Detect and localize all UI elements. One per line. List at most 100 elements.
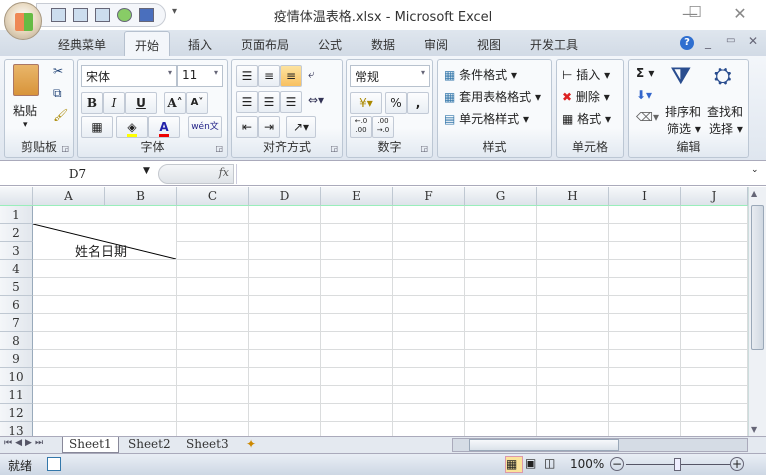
help-icon[interactable]: ? — [680, 36, 694, 50]
tab-formulas[interactable]: 公式 — [318, 36, 342, 53]
workbook-close-button[interactable]: ✕ — [748, 34, 758, 48]
expand-formula-bar-icon[interactable]: ⌄ — [751, 165, 759, 175]
align-left-button[interactable]: ☰ — [236, 91, 258, 113]
tab-view[interactable]: 视图 — [477, 36, 501, 53]
shrink-font-button[interactable]: A˅ — [186, 92, 208, 114]
percent-button[interactable]: % — [385, 92, 407, 114]
row-header-9[interactable]: 9 — [0, 350, 33, 368]
cell-styles-button[interactable]: ▤ 单元格样式 ▾ — [444, 110, 529, 127]
conditional-format-button[interactable]: ▦ 条件格式 ▾ — [444, 66, 517, 83]
row-header-6[interactable]: 6 — [0, 296, 33, 314]
sheet-nav-buttons[interactable]: ⏮◀▶⏭ — [4, 438, 46, 448]
cut-icon[interactable]: ✂ — [53, 64, 63, 78]
wrap-text-icon[interactable]: ⤶ — [308, 67, 315, 82]
tab-data[interactable]: 数据 — [371, 36, 395, 53]
row-header-7[interactable]: 7 — [0, 314, 33, 332]
sort-icon[interactable] — [95, 8, 110, 22]
zoom-in-button[interactable]: + — [730, 457, 744, 471]
paste-dropdown-icon[interactable]: ▾ — [23, 120, 28, 130]
column-header-H[interactable]: H — [537, 187, 609, 206]
tab-developer[interactable]: 开发工具 — [530, 36, 578, 53]
delete-cells-button[interactable]: ✖ 删除 ▾ — [562, 88, 610, 105]
autosum-button[interactable]: Σ ▾ — [636, 66, 654, 80]
paste-icon[interactable] — [13, 64, 39, 96]
sheet-tab-sheet3[interactable]: Sheet3 — [180, 437, 235, 453]
column-header-E[interactable]: E — [321, 187, 393, 206]
row-header-4[interactable]: 4 — [0, 260, 33, 278]
sort-filter-icon[interactable]: ⧩ — [671, 64, 691, 89]
sort-filter-dropdown[interactable]: 筛选 ▾ — [667, 120, 701, 137]
row-header-13[interactable]: 13 — [0, 422, 33, 437]
restore-button[interactable]: ▭ — [726, 35, 735, 46]
row-header-3[interactable]: 3 — [0, 242, 33, 260]
decrease-decimal-button[interactable]: .00 →.0 — [372, 116, 394, 138]
select-all-corner[interactable] — [0, 187, 33, 206]
column-header-A[interactable]: A — [33, 187, 105, 206]
vertical-scroll-thumb[interactable] — [751, 205, 764, 350]
row-header-11[interactable]: 11 — [0, 386, 33, 404]
normal-view-button[interactable]: ▦ — [505, 456, 523, 473]
find-select-dropdown[interactable]: 选择 ▾ — [709, 120, 743, 137]
sheet-tab-sheet2[interactable]: Sheet2 — [122, 437, 177, 453]
save-icon[interactable] — [139, 8, 154, 22]
merge-center-icon[interactable]: ⇔▾ — [308, 93, 324, 107]
vertical-scrollbar[interactable]: ▲ ▼ — [748, 187, 766, 437]
merge-icon[interactable] — [51, 8, 66, 22]
fill-icon[interactable]: ⬇▾ — [636, 88, 652, 102]
row-header-2[interactable]: 2 — [0, 224, 33, 242]
merged-cell-A2-B3[interactable]: 姓名日期 — [33, 224, 176, 260]
grow-font-button[interactable]: A˄ — [164, 92, 186, 114]
column-header-C[interactable]: C — [177, 187, 249, 206]
maximize-button[interactable]: ☐ — [685, 3, 705, 23]
align-center-button[interactable]: ☰ — [258, 91, 280, 113]
tab-classic-menu[interactable]: 经典菜单 — [58, 36, 106, 53]
format-as-table-button[interactable]: ▦ 套用表格格式 ▾ — [444, 88, 541, 105]
dialog-launcher-icon[interactable]: ◲ — [420, 144, 428, 153]
column-header-J[interactable]: J — [681, 187, 748, 206]
row-header-8[interactable]: 8 — [0, 332, 33, 350]
macro-record-icon[interactable] — [47, 457, 61, 471]
align-middle-button[interactable]: ≡ — [258, 65, 280, 87]
font-name-select[interactable]: 宋体 ▾ — [81, 65, 177, 87]
align-right-button[interactable]: ☰ — [280, 91, 302, 113]
office-button[interactable] — [4, 2, 42, 40]
page-layout-view-button[interactable]: ▣ — [525, 456, 543, 473]
sheet-tab-sheet1[interactable]: Sheet1 — [62, 437, 119, 453]
comma-button[interactable]: , — [407, 92, 429, 114]
tab-page-layout[interactable]: 页面布局 — [241, 36, 289, 53]
column-header-F[interactable]: F — [393, 187, 465, 206]
tab-home[interactable]: 开始 — [124, 31, 171, 58]
find-select-button[interactable]: 查找和 — [707, 103, 743, 120]
decrease-indent-button[interactable]: ⇤ — [236, 116, 258, 138]
format-painter-icon[interactable]: 🖌 — [53, 108, 68, 122]
zoom-slider-thumb[interactable] — [674, 458, 681, 471]
circle-icon[interactable] — [117, 8, 132, 22]
font-color-button[interactable]: A — [148, 116, 180, 138]
horizontal-scrollbar[interactable] — [452, 438, 748, 452]
clear-icon[interactable]: ⌫▾ — [636, 110, 659, 124]
insert-sheet-icon[interactable]: ✦ — [240, 437, 262, 453]
dialog-launcher-icon[interactable]: ◲ — [330, 144, 338, 153]
currency-button[interactable]: ¥▾ — [350, 92, 382, 114]
format-cells-button[interactable]: ▦ 格式 ▾ — [562, 110, 611, 127]
spreadsheet-grid[interactable]: A B C D E F G H I J 1 2 3 4 5 6 7 8 9 10 11 12 13 姓名日期 — [0, 187, 748, 437]
zoom-out-button[interactable]: − — [610, 457, 624, 471]
column-header-I[interactable]: I — [609, 187, 681, 206]
insert-cells-button[interactable]: ⊢ 插入 ▾ — [562, 66, 610, 83]
horizontal-scroll-thumb[interactable] — [469, 439, 619, 451]
qat-customize-icon[interactable]: ▾ — [172, 6, 177, 17]
increase-decimal-button[interactable]: ←.0 .00 — [350, 116, 372, 138]
column-header-G[interactable]: G — [465, 187, 537, 206]
tab-insert[interactable]: 插入 — [188, 36, 212, 53]
bold-button[interactable]: B — [81, 92, 103, 114]
underline-button[interactable]: U — [125, 92, 157, 114]
formula-input[interactable] — [236, 164, 746, 184]
phonetic-button[interactable]: wén文 — [188, 116, 222, 138]
dialog-launcher-icon[interactable]: ◲ — [215, 144, 223, 153]
row-header-12[interactable]: 12 — [0, 404, 33, 422]
column-header-D[interactable]: D — [249, 187, 321, 206]
number-format-select[interactable]: 常规 ▾ — [350, 65, 430, 87]
paste-button[interactable]: 粘贴 — [13, 102, 37, 119]
increase-indent-button[interactable]: ⇥ — [258, 116, 280, 138]
orientation-button[interactable]: ↗▾ — [286, 116, 316, 138]
